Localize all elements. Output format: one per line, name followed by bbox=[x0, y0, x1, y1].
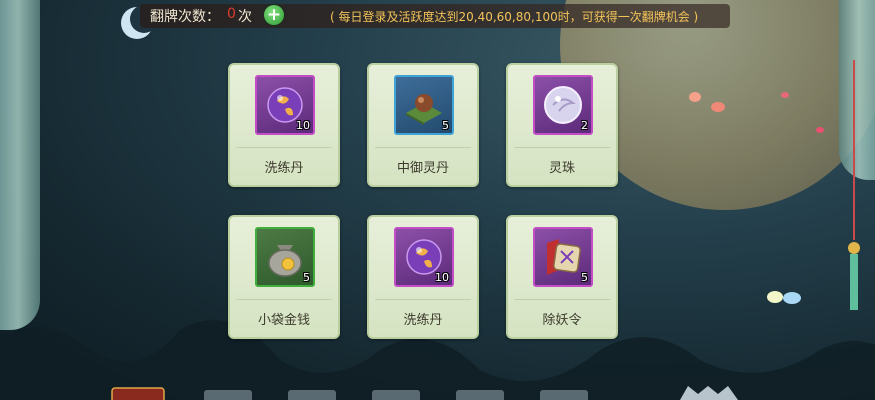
item-frame: 5 bbox=[255, 227, 315, 287]
reward-card[interactable]: 2 灵珠 bbox=[506, 63, 618, 187]
item-name: 小袋金钱 bbox=[257, 313, 310, 328]
game-background bbox=[0, 0, 875, 400]
flip-count-value: 0 bbox=[227, 6, 236, 22]
item-quantity: 5 bbox=[581, 271, 588, 284]
flip-rule-text: ( 每日登录及活跃度达到20,40,60,80,100时，可获得一次翻牌机会 ) bbox=[330, 10, 699, 24]
item-name: 灵珠 bbox=[548, 161, 575, 176]
reward-card[interactable]: 5 小袋金钱 bbox=[228, 215, 340, 339]
flip-count-label: 翻牌次数： bbox=[150, 9, 220, 25]
item-name: 除妖令 bbox=[542, 313, 582, 328]
item-name: 洗练丹 bbox=[403, 313, 443, 328]
item-quantity: 2 bbox=[581, 119, 588, 132]
bottom-tab-strip bbox=[111, 386, 738, 400]
brown-pill-icon bbox=[406, 94, 442, 125]
card-divider bbox=[236, 299, 332, 300]
item-frame: 2 bbox=[533, 75, 593, 135]
demon-seal-icon bbox=[547, 239, 581, 275]
item-quantity: 10 bbox=[296, 119, 310, 132]
reward-card[interactable]: 10 洗练丹 bbox=[228, 63, 340, 187]
petals-decoration bbox=[689, 92, 824, 133]
flip-count-unit: 次 bbox=[238, 9, 252, 25]
item-frame: 5 bbox=[533, 227, 593, 287]
item-quantity: 10 bbox=[435, 271, 449, 284]
item-frame: 10 bbox=[255, 75, 315, 135]
card-divider bbox=[375, 299, 471, 300]
item-quantity: 5 bbox=[303, 271, 310, 284]
card-divider bbox=[375, 147, 471, 148]
tassel-ornament bbox=[848, 60, 860, 310]
item-frame: 10 bbox=[394, 227, 454, 287]
reward-card[interactable]: 5 除妖令 bbox=[506, 215, 618, 339]
butterfly-decoration bbox=[767, 291, 801, 304]
item-name: 洗练丹 bbox=[264, 161, 304, 176]
add-flip-button[interactable]: + bbox=[264, 5, 284, 25]
left-curtain bbox=[0, 0, 40, 330]
spirit-pearl-icon bbox=[544, 86, 582, 124]
reward-card[interactable]: 5 中御灵丹 bbox=[367, 63, 479, 187]
card-divider bbox=[236, 147, 332, 148]
money-bag-icon bbox=[268, 245, 302, 277]
card-divider bbox=[514, 299, 610, 300]
item-frame: 5 bbox=[394, 75, 454, 135]
item-quantity: 5 bbox=[442, 119, 449, 132]
reward-card[interactable]: 10 洗练丹 bbox=[367, 215, 479, 339]
card-divider bbox=[514, 147, 610, 148]
item-name: 中御灵丹 bbox=[396, 161, 449, 176]
